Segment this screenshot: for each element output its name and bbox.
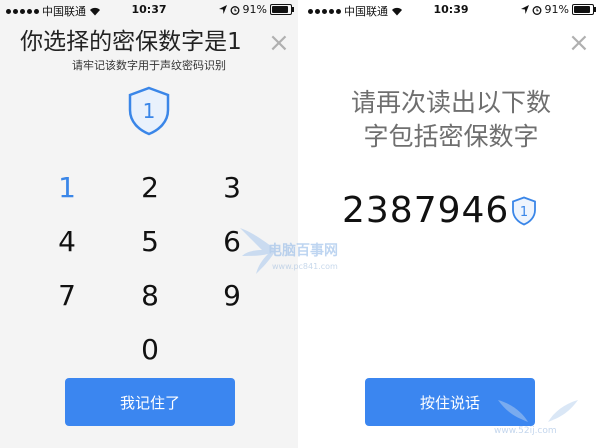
keypad-key-8[interactable]: 8 <box>125 281 175 311</box>
watermark-text: 电脑百事网 <box>268 243 338 259</box>
battery-icon <box>572 4 596 15</box>
close-button[interactable]: × <box>568 30 590 56</box>
keypad-key-4[interactable]: 4 <box>42 227 92 257</box>
keypad-key-5[interactable]: 5 <box>125 227 175 257</box>
status-bar: 中国联通 10:39 91% <box>302 0 600 20</box>
battery-fill <box>574 6 591 13</box>
status-right: 91% <box>520 3 596 16</box>
read-instruction: 请再次读出以下数 字包括密保数字 <box>302 86 600 154</box>
watermark-logo: 电脑百事网 www.pc841.com <box>238 218 368 288</box>
keypad-key-7[interactable]: 7 <box>42 281 92 311</box>
remembered-button[interactable]: 我记住了 <box>65 378 235 426</box>
keypad-key-1[interactable]: 1 <box>42 173 92 203</box>
keypad-key-3[interactable]: 3 <box>207 173 257 203</box>
instruction-line-1: 请再次读出以下数 <box>350 88 551 117</box>
shield-digit: 1 <box>520 205 528 220</box>
location-icon <box>520 5 529 14</box>
keypad-key-0[interactable]: 0 <box>125 335 175 365</box>
battery-percent: 91% <box>544 3 569 16</box>
wing-icon <box>498 400 578 422</box>
keypad-key-2[interactable]: 2 <box>125 173 175 203</box>
code-display: 2387946 1 <box>342 190 537 231</box>
watermark-logo-2: www.52ij.com <box>484 396 594 446</box>
instruction-line-2: 字包括密保数字 <box>363 122 539 151</box>
shield-icon: 1 <box>512 196 537 225</box>
watermark-url-2: www.52ij.com <box>494 426 557 436</box>
alarm-icon <box>532 5 541 15</box>
watermark-url: www.pc841.com <box>272 262 338 271</box>
